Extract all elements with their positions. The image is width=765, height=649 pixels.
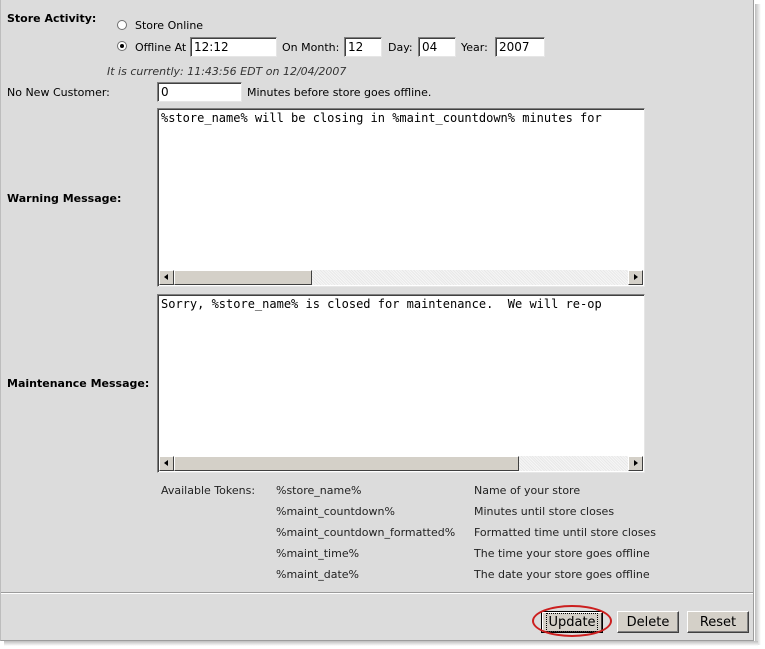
scroll-left-icon[interactable]	[159, 456, 174, 471]
token-name: %maint_countdown%	[276, 505, 395, 518]
reset-button[interactable]: Reset	[687, 611, 749, 633]
settings-panel: Store Activity: Store Online Offline At …	[0, 0, 761, 646]
no-new-customer-suffix: Minutes before store goes offline.	[247, 86, 432, 99]
delete-button[interactable]: Delete	[617, 611, 679, 633]
maintenance-message-text: Sorry, %store_name% is closed for mainte…	[161, 297, 602, 311]
section-divider	[1, 592, 753, 594]
year-input[interactable]: 2007	[495, 37, 545, 57]
day-label: Day:	[388, 41, 413, 54]
year-label: Year:	[461, 41, 488, 54]
token-desc: Name of your store	[474, 484, 581, 497]
scroll-right-icon[interactable]	[628, 270, 643, 285]
token-name: %maint_time%	[276, 547, 360, 560]
month-input[interactable]: 12	[344, 37, 382, 57]
offline-time-input[interactable]: 12:12	[190, 37, 277, 57]
update-button[interactable]: Update	[541, 611, 603, 633]
token-desc: Minutes until store closes	[474, 505, 615, 518]
maintenance-message-label: Maintenance Message:	[7, 377, 150, 390]
on-month-label: On Month:	[282, 41, 340, 54]
token-name: %maint_date%	[276, 568, 360, 581]
no-new-customer-input[interactable]: 0	[157, 82, 242, 102]
store-online-radio[interactable]	[117, 20, 127, 30]
offline-at-radio[interactable]	[117, 41, 127, 51]
scroll-right-icon[interactable]	[628, 456, 643, 471]
scroll-left-icon[interactable]	[159, 270, 174, 285]
offline-at-label: Offline At	[135, 41, 187, 54]
warning-message-text: %store_name% will be closing in %maint_c…	[161, 111, 602, 125]
token-name: %store_name%	[276, 484, 362, 497]
day-input[interactable]: 04	[418, 37, 456, 57]
token-desc: Formatted time until store closes	[474, 526, 656, 539]
no-new-customer-label: No New Customer:	[7, 86, 110, 99]
token-name: %maint_countdown_formatted%	[276, 526, 456, 539]
store-online-label: Store Online	[135, 19, 204, 32]
maintenance-message-textarea[interactable]: Sorry, %store_name% is closed for mainte…	[157, 294, 645, 473]
store-activity-label: Store Activity:	[7, 12, 97, 25]
available-tokens-label: Available Tokens:	[161, 484, 256, 497]
maintenance-message-hscrollbar[interactable]	[159, 456, 643, 471]
warning-message-hscrollbar[interactable]	[159, 270, 643, 285]
scroll-thumb[interactable]	[174, 270, 312, 285]
token-desc: The date your store goes offline	[474, 568, 650, 581]
warning-message-textarea[interactable]: %store_name% will be closing in %maint_c…	[157, 108, 645, 287]
current-time-text: It is currently: 11:43:56 EDT on 12/04/2…	[107, 65, 347, 78]
token-desc: The time your store goes offline	[474, 547, 650, 560]
warning-message-label: Warning Message:	[7, 192, 122, 205]
scroll-thumb[interactable]	[174, 456, 519, 471]
